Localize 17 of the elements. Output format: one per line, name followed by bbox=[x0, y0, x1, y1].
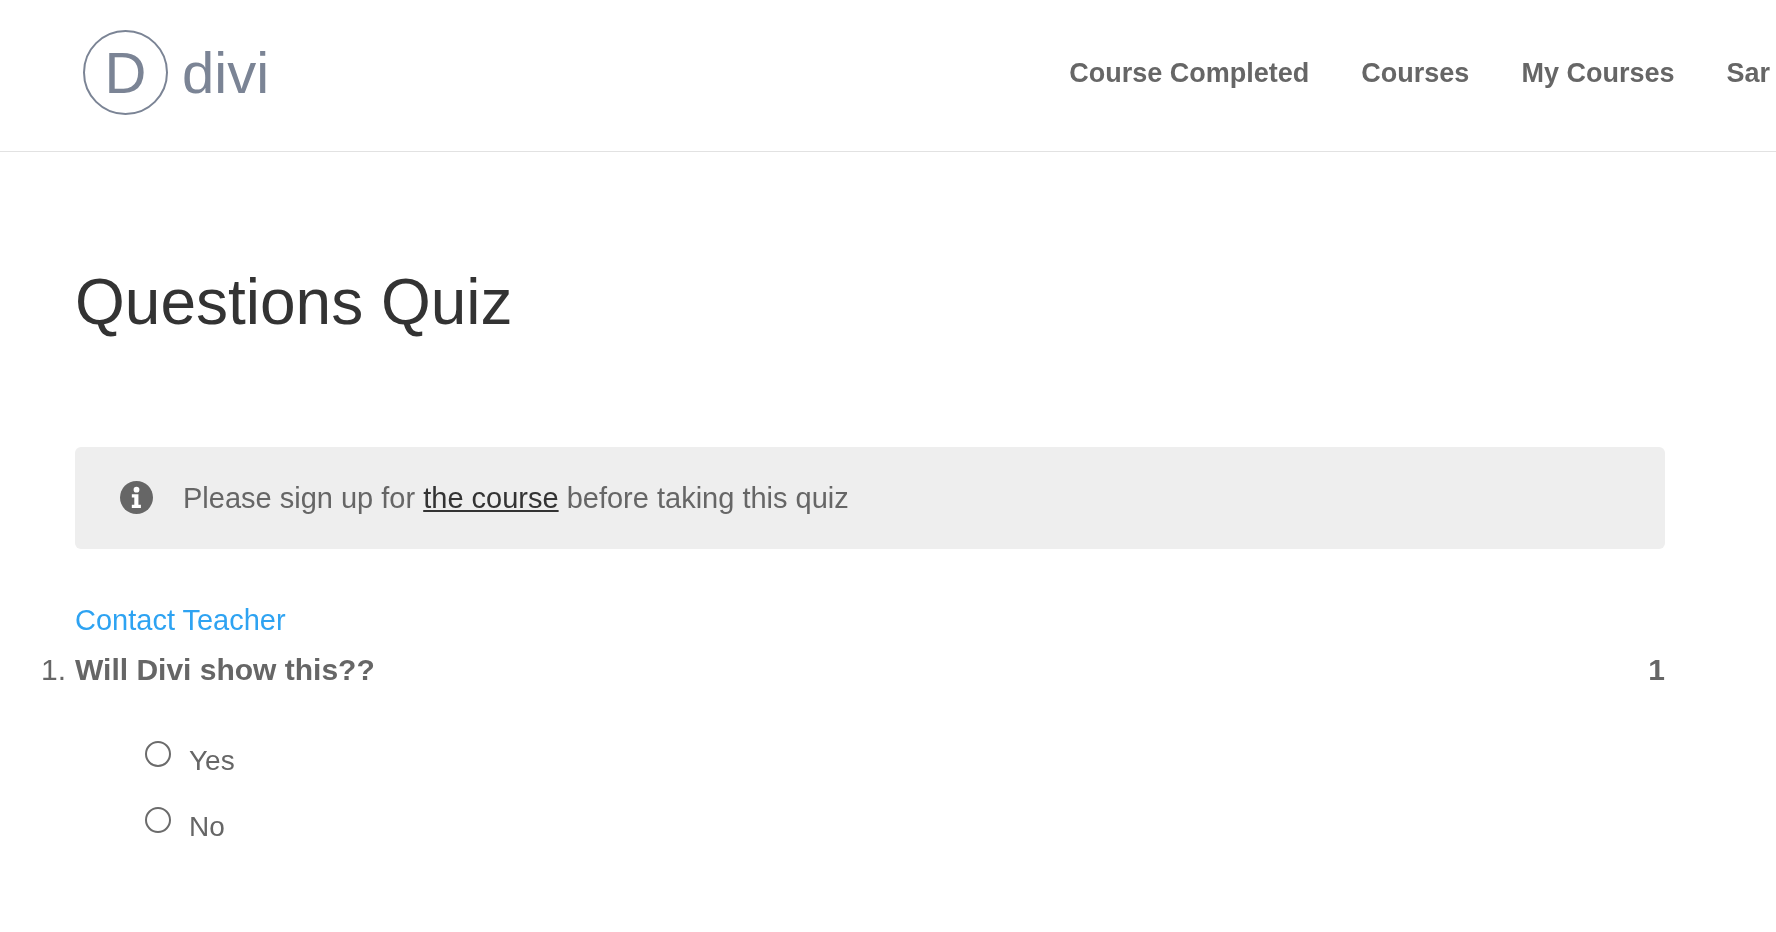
nav-link[interactable]: Sar bbox=[1726, 54, 1770, 91]
logo-mark[interactable]: D bbox=[83, 30, 168, 115]
course-link[interactable]: the course bbox=[423, 481, 559, 514]
radio-button[interactable] bbox=[145, 806, 171, 833]
question-number: 1. bbox=[41, 651, 67, 688]
nav-link[interactable]: Courses bbox=[1361, 54, 1470, 91]
nav-link[interactable]: My Courses bbox=[1521, 54, 1675, 91]
radio-button[interactable] bbox=[145, 740, 171, 767]
answer-label[interactable]: No bbox=[189, 806, 225, 847]
info-icon bbox=[120, 481, 153, 515]
notice-text: Please sign up for the course before taking this quiz bbox=[183, 480, 849, 516]
question-text: Will Divi show this?? bbox=[75, 651, 375, 688]
logo-wordmark[interactable]: divi bbox=[182, 40, 270, 105]
page-title: Questions Quiz bbox=[75, 265, 513, 340]
nav-link[interactable]: Course Completed bbox=[1069, 54, 1310, 91]
answer-label[interactable]: Yes bbox=[189, 740, 235, 781]
question-points: 1 bbox=[1648, 651, 1665, 688]
